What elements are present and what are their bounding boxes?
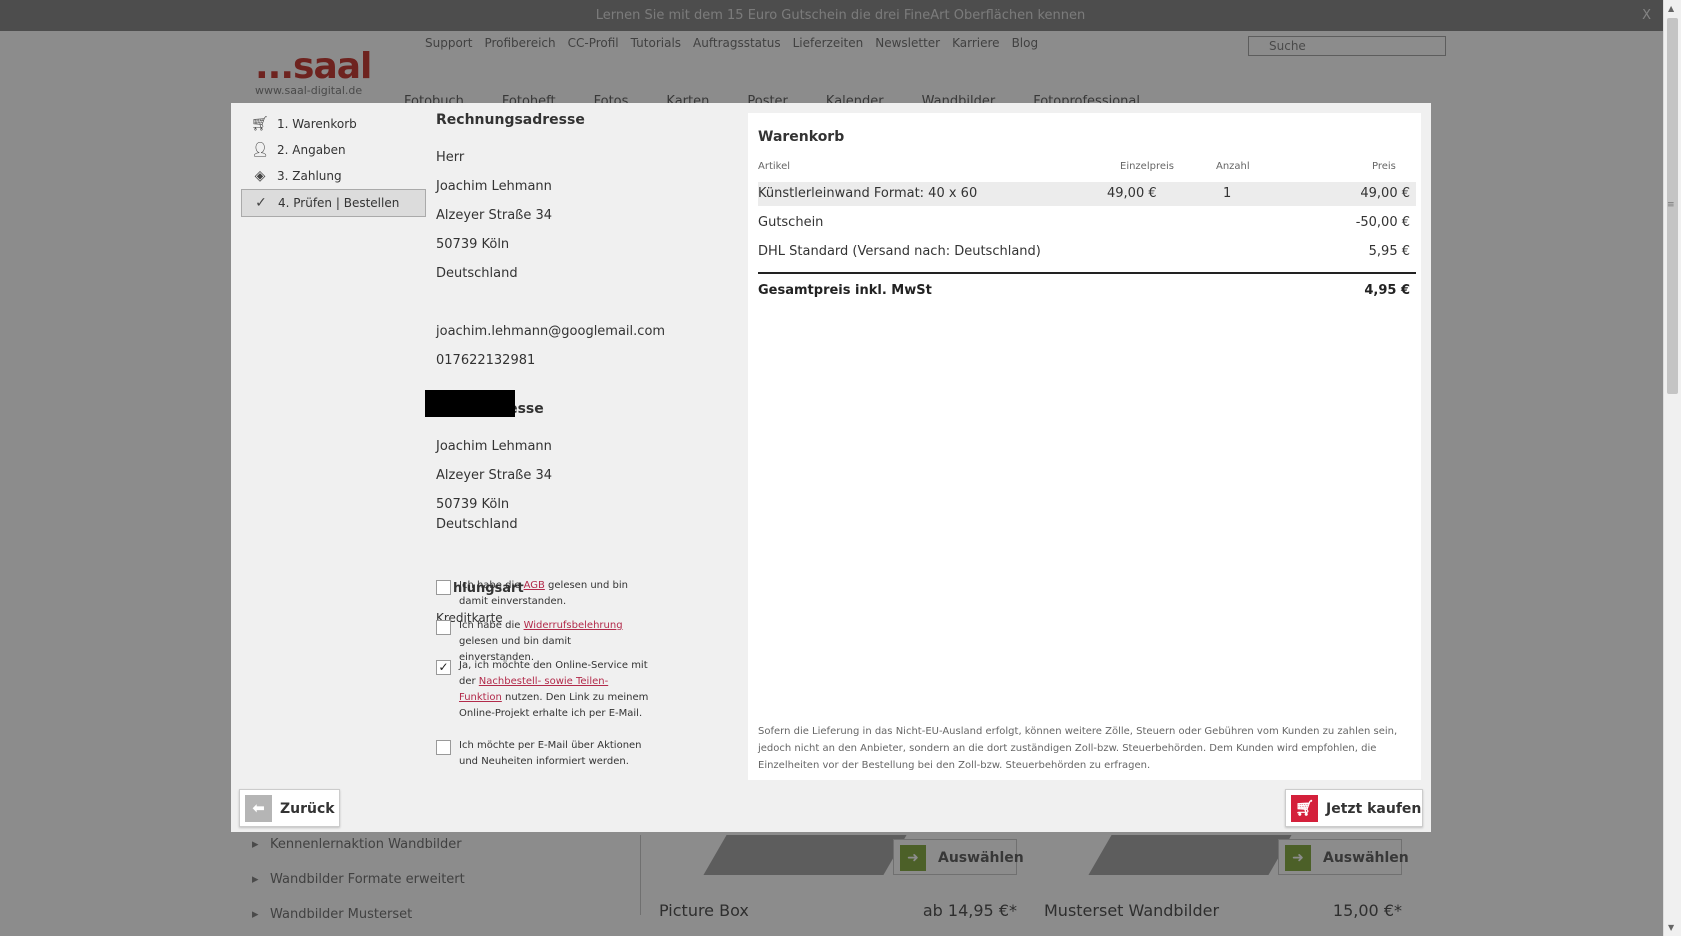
cart-price: 49,00 € (1360, 186, 1410, 201)
shipping-country: Deutschland (436, 517, 518, 532)
agb-text: Ich habe die AGB gelesen und bin damit e… (459, 578, 649, 610)
step-label: 2. Angaben (277, 143, 346, 157)
agb-checkbox[interactable] (436, 580, 451, 595)
agb-text-pre: Ich habe die (459, 580, 524, 591)
scroll-down-icon[interactable]: ▼ (1668, 923, 1674, 932)
arrow-left-icon: ⬅ (245, 795, 272, 822)
step-label: 4. Prüfen | Bestellen (278, 196, 400, 210)
billing-city: 50739 Köln (436, 237, 510, 252)
total-divider (758, 272, 1416, 274)
step-warenkorb[interactable]: 🛒︎ 1. Warenkorb (241, 111, 426, 137)
col-header-price: Preis (1372, 161, 1396, 172)
page-scrollbar[interactable]: ▲ ≡ ▼ (1663, 0, 1681, 936)
buy-button-label: Jetzt kaufen (1326, 801, 1422, 817)
tag-icon: ◈ (254, 168, 266, 184)
cart-row: Künstlerleinwand Format: 40 x 60 49,00 €… (758, 182, 1416, 206)
cart-price: 5,95 € (1368, 244, 1410, 259)
total-row: Gesamtpreis inkl. MwSt 4,95 € (758, 283, 1416, 298)
billing-name: Joachim Lehmann (436, 179, 552, 194)
cart-article: Gutschein (758, 215, 824, 230)
col-header-article: Artikel (758, 161, 791, 172)
grip-icon: ≡ (1667, 200, 1675, 210)
checkout-modal: 🛒︎ 1. Warenkorb 👤︎ 2. Angaben ◈ 3. Zahlu… (231, 103, 1431, 832)
online-service-checkbox[interactable]: ✓ (436, 660, 451, 675)
shipping-city: 50739 Köln (436, 497, 510, 512)
widerruf-link[interactable]: Widerrufsbelehrung (524, 620, 623, 631)
cart-icon: 🛒︎ (1291, 795, 1318, 822)
shipping-street: Alzeyer Straße 34 (436, 468, 553, 483)
newsletter-checkbox[interactable] (436, 740, 451, 755)
widerruf-text-pre: Ich habe die (459, 620, 524, 631)
cart-unit-price: 49,00 € (1107, 186, 1157, 201)
cart-article: Künstlerleinwand Format: 40 x 60 (758, 186, 978, 201)
cart-panel: Warenkorb Artikel Einzelpreis Anzahl Pre… (748, 113, 1421, 780)
billing-title: Rechnungsadresse (436, 112, 585, 128)
cart-row: Gutschein -50,00 € (758, 211, 1416, 235)
agb-link[interactable]: AGB (524, 580, 545, 591)
step-pruefen-bestellen[interactable]: ✓ 4. Prüfen | Bestellen (241, 189, 426, 217)
cart-icon: 🛒︎ (251, 116, 269, 132)
back-button-label: Zurück (280, 801, 335, 817)
customs-note: Sofern die Lieferung in das Nicht-EU-Aus… (758, 726, 1398, 771)
checkout-steps: 🛒︎ 1. Warenkorb 👤︎ 2. Angaben ◈ 3. Zahlu… (241, 111, 426, 217)
cart-article: DHL Standard (Versand nach: Deutschland) (758, 244, 1041, 259)
redaction-block (425, 390, 515, 417)
billing-phone: 017622132981 (436, 353, 536, 368)
step-angaben[interactable]: 👤︎ 2. Angaben (241, 137, 426, 163)
back-button[interactable]: ⬅ Zurück (239, 789, 340, 827)
cart-price: -50,00 € (1355, 215, 1410, 230)
cart-row: DHL Standard (Versand nach: Deutschland)… (758, 240, 1416, 264)
total-value: 4,95 € (1364, 283, 1410, 298)
billing-street: Alzeyer Straße 34 (436, 208, 553, 223)
online-service-text: Ja, ich möchte den Online-Service mit de… (459, 658, 649, 722)
billing-country: Deutschland (436, 266, 518, 281)
step-zahlung[interactable]: ◈ 3. Zahlung (241, 163, 426, 189)
billing-salutation: Herr (436, 150, 465, 165)
scroll-up-icon[interactable]: ▲ (1668, 4, 1674, 13)
total-label: Gesamtpreis inkl. MwSt (758, 283, 932, 298)
person-icon: 👤︎ (251, 142, 269, 158)
col-header-qty: Anzahl (1216, 161, 1250, 172)
newsletter-text: Ich möchte per E-Mail über Aktionen und … (459, 740, 642, 767)
step-label: 3. Zahlung (277, 169, 342, 183)
shipping-name: Joachim Lehmann (436, 439, 552, 454)
billing-email: joachim.lehmann@googlemail.com (436, 324, 666, 339)
check-icon: ✓ (255, 195, 267, 211)
col-header-unit-price: Einzelpreis (1120, 161, 1174, 172)
widerruf-checkbox[interactable] (436, 620, 451, 635)
cart-title: Warenkorb (758, 129, 845, 145)
buy-now-button[interactable]: 🛒︎ Jetzt kaufen (1285, 789, 1423, 827)
step-label: 1. Warenkorb (277, 117, 357, 131)
cart-qty: 1 (1223, 186, 1232, 201)
